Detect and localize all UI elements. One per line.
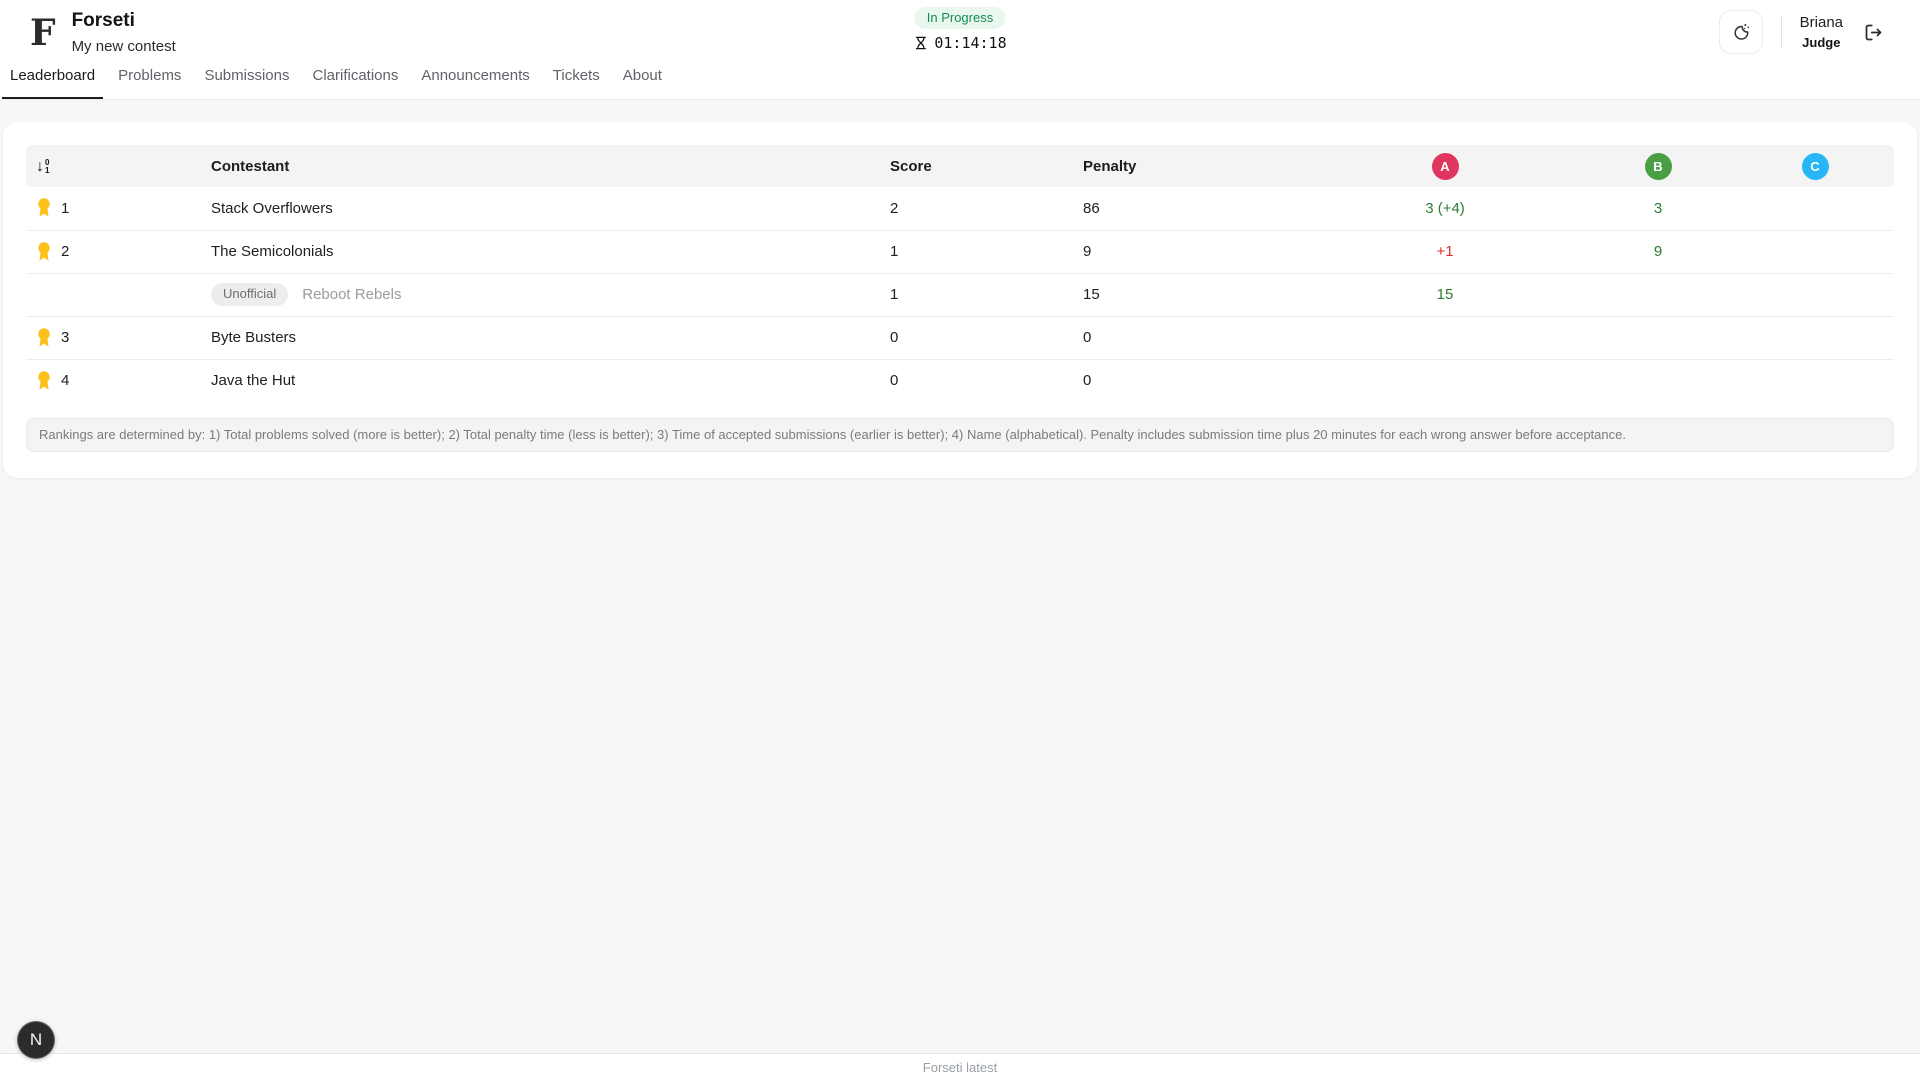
- leaderboard-row: 3 Byte Busters 0 0: [26, 316, 1894, 359]
- score-cell: 0: [890, 316, 1083, 359]
- logout-icon: [1863, 22, 1884, 43]
- tab-about[interactable]: About: [615, 67, 670, 99]
- problem-cell-a: [1340, 316, 1550, 359]
- medal-icon: [36, 241, 52, 263]
- user-area: Briana Judge: [1719, 0, 1888, 64]
- score-cell: 2: [890, 187, 1083, 230]
- problem-cell-a: 3 (+4): [1340, 187, 1550, 230]
- rank-number: 2: [61, 243, 69, 260]
- main-content: ↓01 Contestant Score Penalty A B C: [0, 100, 1920, 478]
- contestant-name: Stack Overflowers: [211, 200, 333, 217]
- theme-toggle-button[interactable]: [1719, 10, 1763, 54]
- contest-titles: Forseti My new contest: [72, 10, 176, 55]
- header-divider: [1781, 15, 1782, 49]
- problem-cell-b: 3: [1550, 187, 1766, 230]
- status-badge: In Progress: [915, 7, 1005, 29]
- penalty-cell: 86: [1083, 187, 1340, 230]
- problem-cell-c: [1766, 230, 1894, 273]
- hourglass-icon: [913, 35, 928, 51]
- leaderboard-row: Unofficial Reboot Rebels 1 15 15: [26, 273, 1894, 316]
- problem-cell-b: 9: [1550, 230, 1766, 273]
- sort-rank-icon[interactable]: ↓01: [36, 159, 49, 175]
- penalty-cell: 0: [1083, 359, 1340, 402]
- contestant-name: The Semicolonials: [211, 243, 334, 260]
- leaderboard-header-row: ↓01 Contestant Score Penalty A B C: [26, 145, 1894, 187]
- penalty-cell: 15: [1083, 273, 1340, 316]
- tab-problems[interactable]: Problems: [110, 67, 189, 99]
- column-contestant: Contestant: [211, 145, 890, 187]
- score-cell: 1: [890, 230, 1083, 273]
- contestant-name: Reboot Rebels: [302, 286, 401, 303]
- tab-submissions[interactable]: Submissions: [196, 67, 297, 99]
- problem-cell-b: [1550, 273, 1766, 316]
- rank-number: 1: [61, 200, 69, 217]
- nextjs-dev-button[interactable]: N: [17, 1021, 55, 1059]
- app-logo[interactable]: F: [30, 13, 56, 51]
- user-info: Briana Judge: [1800, 14, 1843, 50]
- problem-cell-b: [1550, 316, 1766, 359]
- tab-leaderboard[interactable]: Leaderboard: [2, 67, 103, 99]
- problem-cell-c: [1766, 359, 1894, 402]
- medal-icon: [36, 197, 52, 219]
- problem-cell-b: [1550, 359, 1766, 402]
- problem-badge-a[interactable]: A: [1432, 153, 1459, 180]
- user-name: Briana: [1800, 14, 1843, 32]
- nav-tabs: LeaderboardProblemsSubmissionsClarificat…: [2, 59, 670, 99]
- medal-icon: [36, 327, 52, 349]
- rank-number: 4: [61, 372, 69, 389]
- penalty-cell: 9: [1083, 230, 1340, 273]
- column-penalty: Penalty: [1083, 145, 1340, 187]
- app-header: F Forseti My new contest In Progress 01:…: [0, 0, 1920, 100]
- tab-announcements[interactable]: Announcements: [413, 67, 537, 99]
- contest-subtitle: My new contest: [72, 38, 176, 55]
- leaderboard-card: ↓01 Contestant Score Penalty A B C: [3, 122, 1917, 478]
- leaderboard-row: 1 Stack Overflowers 2 86 3 (+4) 3: [26, 187, 1894, 230]
- auto-theme-icon: [1731, 22, 1751, 42]
- logout-button[interactable]: [1859, 18, 1888, 47]
- contest-title: Forseti: [72, 10, 176, 32]
- contestant-name: Java the Hut: [211, 372, 295, 389]
- problem-badge-b[interactable]: B: [1645, 153, 1672, 180]
- tab-clarifications[interactable]: Clarifications: [304, 67, 406, 99]
- leaderboard-table: ↓01 Contestant Score Penalty A B C: [26, 145, 1894, 402]
- tab-tickets[interactable]: Tickets: [545, 67, 608, 99]
- problem-cell-c: [1766, 187, 1894, 230]
- problem-cell-a: 15: [1340, 273, 1550, 316]
- user-role: Judge: [1800, 35, 1843, 50]
- problem-cell-a: [1340, 359, 1550, 402]
- footer-version: Forseti latest: [923, 1060, 997, 1075]
- brand: F Forseti My new contest: [30, 10, 176, 55]
- rank-number: 3: [61, 329, 69, 346]
- score-cell: 1: [890, 273, 1083, 316]
- penalty-cell: 0: [1083, 316, 1340, 359]
- score-cell: 0: [890, 359, 1083, 402]
- app-footer: Forseti latest: [0, 1053, 1920, 1080]
- contestant-name: Byte Busters: [211, 329, 296, 346]
- leaderboard-row: 2 The Semicolonials 1 9 +1 9: [26, 230, 1894, 273]
- column-score: Score: [890, 145, 1083, 187]
- problem-badge-c[interactable]: C: [1802, 153, 1829, 180]
- leaderboard-row: 4 Java the Hut 0 0: [26, 359, 1894, 402]
- contest-status: In Progress 01:14:18: [913, 7, 1006, 52]
- timer-value: 01:14:18: [934, 34, 1006, 52]
- contest-timer: 01:14:18: [913, 34, 1006, 52]
- ranking-note: Rankings are determined by: 1) Total pro…: [26, 418, 1894, 452]
- problem-cell-c: [1766, 316, 1894, 359]
- problem-cell-a: +1: [1340, 230, 1550, 273]
- medal-icon: [36, 370, 52, 392]
- unofficial-badge: Unofficial: [211, 283, 288, 306]
- problem-cell-c: [1766, 273, 1894, 316]
